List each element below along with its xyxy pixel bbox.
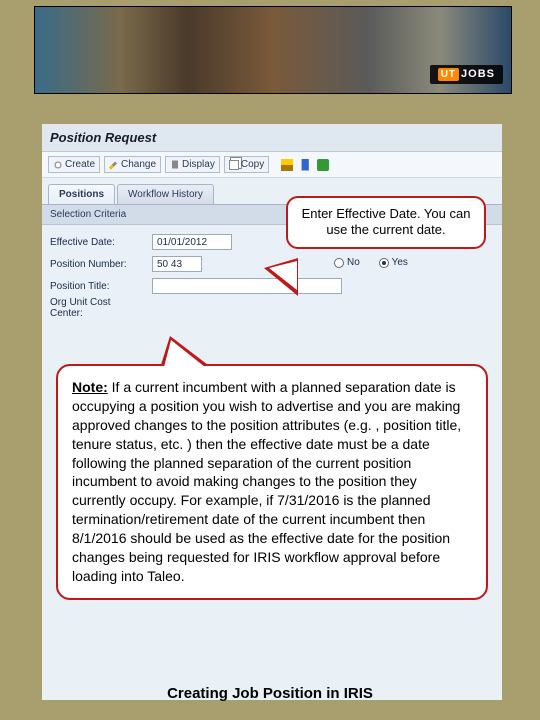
utjobs-logo: UTJOBS — [430, 65, 503, 84]
note-body: If a current incumbent with a planned se… — [72, 379, 461, 584]
header-banner: UTJOBS — [34, 6, 512, 94]
copy-label: Copy — [241, 159, 264, 170]
toolbar: Create Change Display Copy — [42, 152, 502, 178]
copy-icon — [229, 160, 239, 170]
pencil-icon — [109, 160, 119, 170]
footer-caption: Creating Job Position in IRIS — [0, 685, 540, 702]
copy-button[interactable]: Copy — [224, 156, 269, 173]
change-label: Change — [121, 159, 156, 170]
form-title: Position Request — [42, 124, 502, 152]
row-org-cost: Org Unit Cost Center: — [50, 297, 494, 319]
tab-workflow-history[interactable]: Workflow History — [117, 184, 214, 204]
radio-no-label: No — [347, 257, 360, 268]
create-button[interactable]: Create — [48, 156, 100, 173]
callout-effective-date: Enter Effective Date. You can use the cu… — [286, 196, 486, 249]
effective-date-input[interactable]: 01/01/2012 — [152, 234, 232, 250]
radio-no[interactable]: No — [334, 257, 360, 268]
callout2-tail-fill — [164, 340, 205, 367]
radio-dot-no — [334, 258, 344, 268]
requisition-radios: No Yes — [334, 257, 494, 271]
effective-date-label: Effective Date: — [50, 237, 146, 248]
refresh-icon[interactable] — [317, 159, 329, 171]
callout1-tail-fill — [269, 261, 297, 290]
radio-yes-label: Yes — [392, 257, 408, 268]
radio-dot-yes — [379, 258, 389, 268]
save-icon[interactable] — [299, 159, 311, 171]
display-label: Display — [182, 159, 215, 170]
org-cost-label: Org Unit Cost Center: — [50, 297, 146, 319]
tab-positions[interactable]: Positions — [48, 184, 115, 204]
position-number-input[interactable]: 50 43 — [152, 256, 202, 272]
display-button[interactable]: Display — [165, 156, 220, 173]
position-number-label: Position Number: — [50, 259, 146, 270]
position-title-input[interactable] — [152, 278, 342, 294]
change-button[interactable]: Change — [104, 156, 161, 173]
ut-badge: UT — [438, 68, 459, 81]
create-label: Create — [65, 159, 95, 170]
create-icon — [53, 160, 63, 170]
note-label: Note: — [72, 379, 108, 395]
position-title-label: Position Title: — [50, 281, 146, 292]
callout-note: Note: If a current incumbent with a plan… — [56, 364, 488, 600]
glasses-icon — [170, 160, 180, 170]
toolbar-extra-icons — [281, 159, 329, 171]
radio-yes[interactable]: Yes — [379, 257, 408, 268]
jobs-text: JOBS — [461, 68, 495, 80]
print-icon[interactable] — [281, 159, 293, 171]
